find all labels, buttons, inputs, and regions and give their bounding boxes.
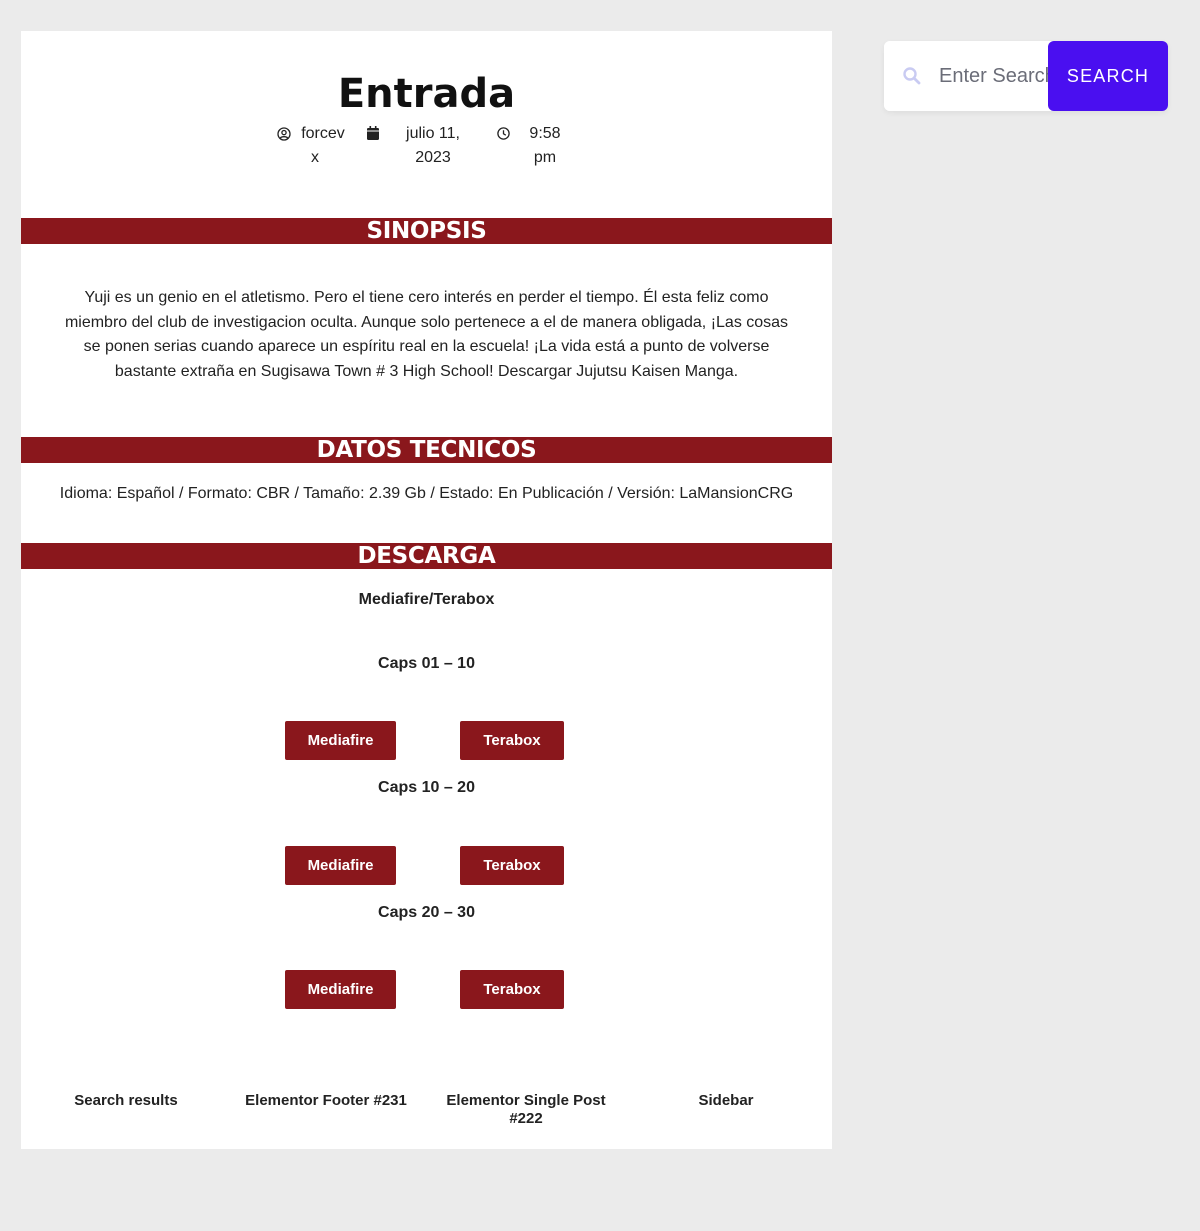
section-header-datos-tecnicos: DATOS TECNICOS xyxy=(21,437,832,463)
section-header-sinopsis: SINOPSIS xyxy=(21,218,832,244)
post-author[interactable]: forcev x xyxy=(295,122,351,170)
terabox-button[interactable]: Terabox xyxy=(460,846,564,885)
author-line-1: forcev xyxy=(301,125,345,142)
search-button[interactable]: SEARCH xyxy=(1048,41,1168,111)
mediafire-button[interactable]: Mediafire xyxy=(285,846,396,885)
caps-label: Caps 01 – 10 xyxy=(378,655,475,672)
search-form: SEARCH xyxy=(884,41,1168,111)
post-card: Entrada forcev x julio 11, 2023 9:58 pm … xyxy=(21,31,832,1149)
footer-link-sidebar[interactable]: Sidebar xyxy=(651,1092,801,1110)
synopsis-line: Yuji es un genio en el atletismo. Pero e… xyxy=(84,289,769,306)
post-date[interactable]: julio 11, 2023 xyxy=(393,122,473,170)
search-icon xyxy=(903,67,921,85)
caps-label: Caps 20 – 30 xyxy=(378,904,475,921)
datos-tecnicos-text: Idioma: Español / Formato: CBR / Tamaño:… xyxy=(59,485,794,502)
clock-icon xyxy=(497,127,510,140)
user-circle-icon xyxy=(277,127,291,141)
footer-link-search-results[interactable]: Search results xyxy=(51,1092,201,1110)
footer-link-elementor-single-post[interactable]: Elementor Single Post #222 xyxy=(426,1092,626,1128)
date-line-1: julio 11, xyxy=(406,125,460,142)
calendar-icon xyxy=(367,126,379,140)
synopsis-text: Yuji es un genio en el atletismo. Pero e… xyxy=(39,286,814,384)
mediafire-button[interactable]: Mediafire xyxy=(285,970,396,1009)
caps-label: Caps 10 – 20 xyxy=(378,779,475,796)
mediafire-button[interactable]: Mediafire xyxy=(285,721,396,760)
single-post-line-2: #222 xyxy=(509,1110,543,1127)
synopsis-line: bastante extraña en Sugisawa Town # 3 Hi… xyxy=(114,362,739,380)
synopsis-line: miembro del club de investigacion oculta… xyxy=(64,313,789,331)
time-line-2: pm xyxy=(533,149,557,166)
synopsis-line: se ponen serias cuando aparece un espíri… xyxy=(83,338,770,355)
footer-link-elementor-footer[interactable]: Elementor Footer #231 xyxy=(226,1092,426,1110)
terabox-button[interactable]: Terabox xyxy=(460,970,564,1009)
terabox-button[interactable]: Terabox xyxy=(460,721,564,760)
time-line-1: 9:58 xyxy=(529,125,561,142)
post-time: 9:58 pm xyxy=(523,122,567,170)
date-line-2: 2023 xyxy=(415,149,451,166)
author-line-2: x xyxy=(311,149,319,166)
page-title: Entrada xyxy=(337,71,516,117)
download-hosts-label: Mediafire/Terabox xyxy=(358,591,495,608)
single-post-line-1: Elementor Single Post xyxy=(446,1092,606,1109)
section-header-descarga: DESCARGA xyxy=(21,543,832,569)
